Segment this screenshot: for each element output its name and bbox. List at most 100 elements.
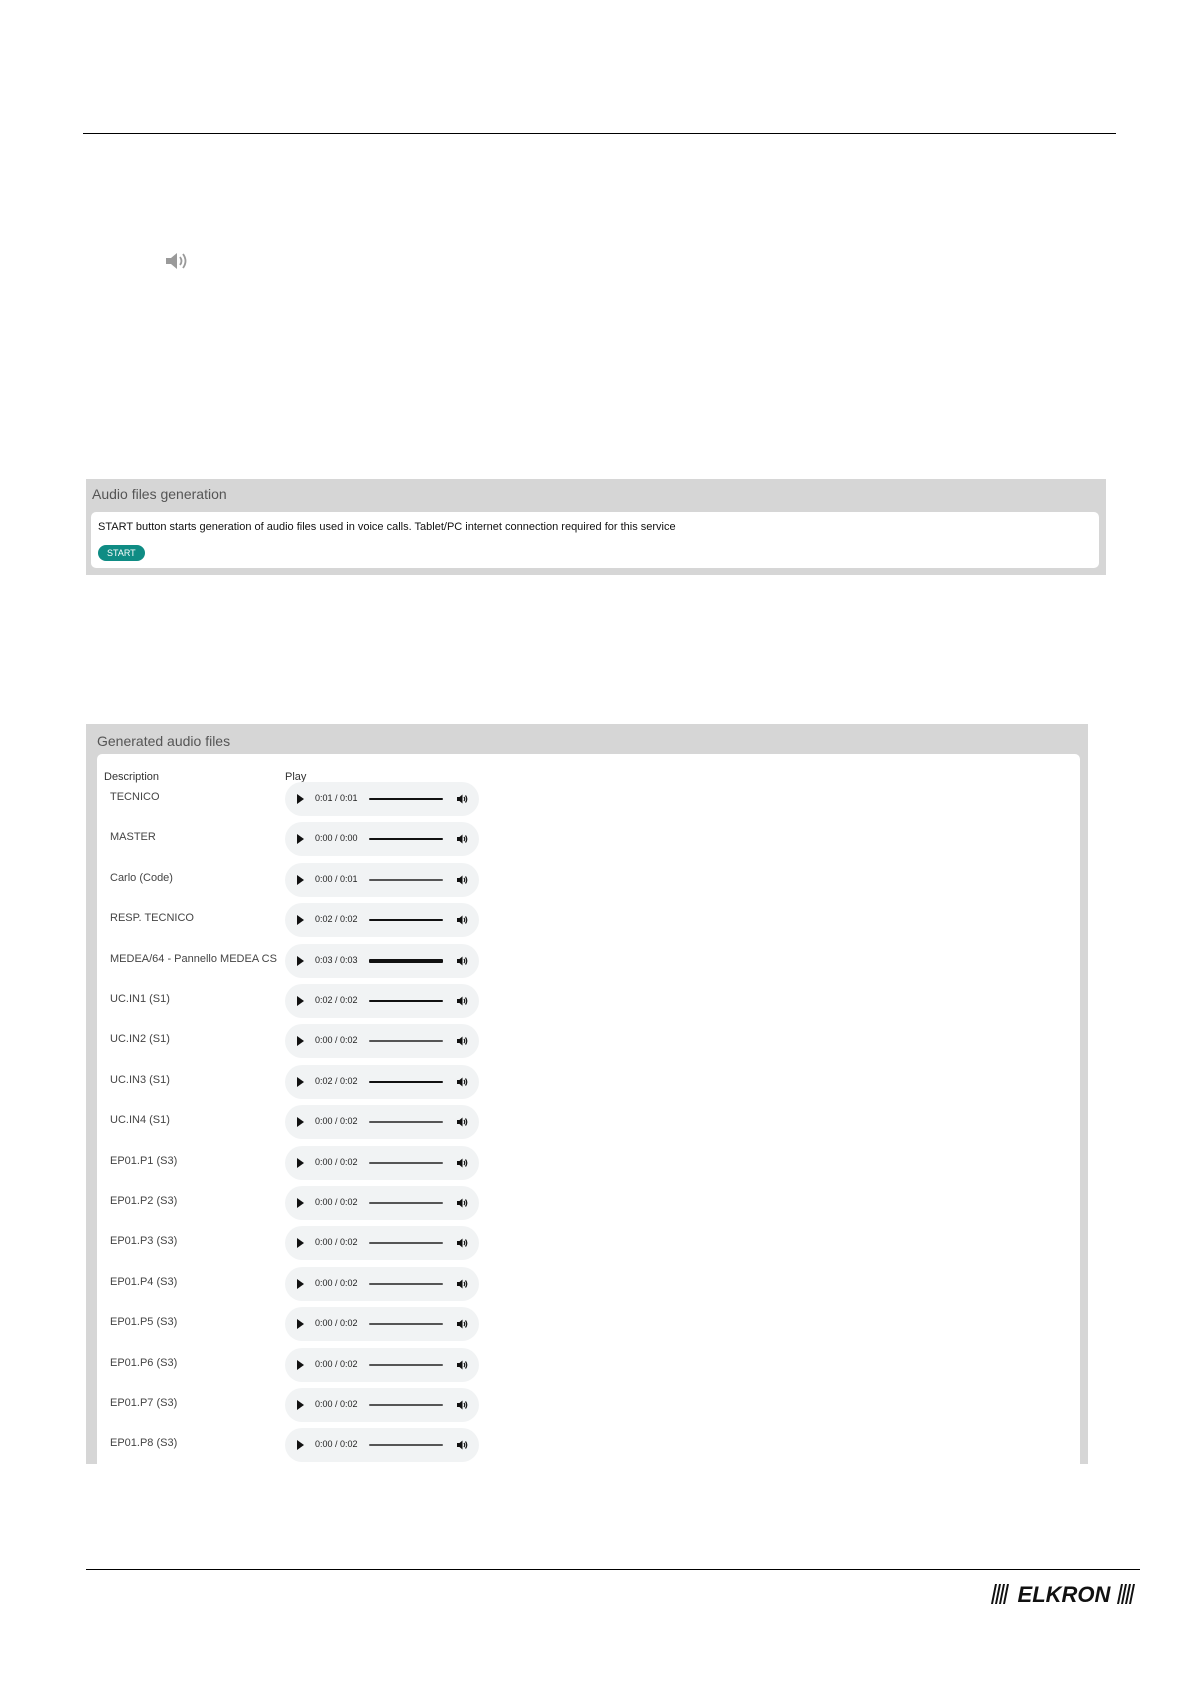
audio-generation-panel: Audio files generation START button star… bbox=[86, 479, 1106, 575]
audio-description: RESP. TECNICO bbox=[110, 912, 194, 925]
play-icon[interactable] bbox=[297, 915, 304, 926]
volume-icon[interactable] bbox=[456, 1359, 468, 1371]
footer-rule bbox=[86, 1569, 1140, 1570]
audio-description: EP01.P5 (S3) bbox=[110, 1316, 178, 1329]
volume-icon[interactable] bbox=[456, 1197, 468, 1209]
audio-description: MEDEA/64 - Pannello MEDEA CS bbox=[110, 952, 277, 965]
table-row: RESP. TECNICO 0:02 / 0:02 bbox=[97, 903, 497, 938]
volume-icon[interactable] bbox=[456, 1278, 468, 1290]
audio-description: EP01.P7 (S3) bbox=[110, 1397, 178, 1409]
audio-time: 0:00 / 0:02 bbox=[315, 1277, 358, 1288]
play-icon[interactable] bbox=[297, 1198, 304, 1208]
play-icon[interactable] bbox=[297, 1278, 304, 1289]
volume-icon[interactable] bbox=[456, 1035, 468, 1047]
play-icon[interactable] bbox=[297, 1319, 304, 1330]
progress-slider[interactable] bbox=[369, 1404, 443, 1406]
table-row: EP01.P4 (S3) 0:00 / 0:02 bbox=[97, 1266, 497, 1301]
volume-icon[interactable] bbox=[456, 1399, 468, 1411]
table-row: EP01.P3 (S3) 0:00 / 0:02 bbox=[97, 1226, 497, 1261]
generation-description: START button starts generation of audio … bbox=[98, 521, 676, 533]
table-row: UC.IN4 (S1) 0:00 / 0:02 bbox=[97, 1105, 497, 1140]
progress-slider[interactable] bbox=[369, 1242, 443, 1245]
audio-player: 0:00 / 0:02 bbox=[285, 1347, 479, 1382]
progress-slider[interactable] bbox=[369, 1121, 443, 1124]
audio-description: UC.IN2 (S1) bbox=[110, 1033, 170, 1046]
play-icon[interactable] bbox=[297, 955, 304, 966]
audio-description: UC.IN3 (S1) bbox=[110, 1073, 170, 1086]
play-icon[interactable] bbox=[297, 1359, 304, 1370]
audio-time: 0:02 / 0:02 bbox=[315, 1075, 358, 1086]
play-icon[interactable] bbox=[297, 1117, 304, 1128]
volume-icon[interactable] bbox=[456, 1076, 468, 1088]
play-icon[interactable] bbox=[297, 1076, 304, 1087]
play-icon[interactable] bbox=[297, 874, 304, 885]
play-icon[interactable] bbox=[297, 1400, 304, 1410]
audio-player: 0:00 / 0:02 bbox=[285, 1105, 479, 1140]
volume-icon[interactable] bbox=[456, 1237, 468, 1249]
progress-slider[interactable] bbox=[369, 878, 443, 881]
audio-time: 0:00 / 0:02 bbox=[315, 1358, 358, 1369]
table-row: MEDEA/64 - Pannello MEDEA CS 0:03 / 0:03 bbox=[97, 943, 497, 978]
play-icon[interactable] bbox=[297, 794, 304, 804]
play-icon[interactable] bbox=[297, 1036, 304, 1047]
panel-body: START button starts generation of audio … bbox=[91, 512, 1099, 568]
audio-player: 0:00 / 0:02 bbox=[285, 1266, 479, 1301]
speaker-icon bbox=[166, 253, 187, 269]
table-row: MASTER 0:00 / 0:00 bbox=[97, 822, 497, 857]
volume-icon[interactable] bbox=[456, 1439, 468, 1451]
audio-time: 0:00 / 0:02 bbox=[315, 1318, 358, 1329]
volume-icon[interactable] bbox=[456, 793, 468, 805]
volume-icon[interactable] bbox=[456, 1318, 468, 1330]
audio-player: 0:02 / 0:02 bbox=[285, 1064, 479, 1099]
audio-time: 0:00 / 0:02 bbox=[315, 1156, 358, 1167]
progress-slider[interactable] bbox=[369, 1444, 443, 1447]
generated-files-panel: Generated audio files Description Play T… bbox=[86, 724, 1088, 1474]
play-icon[interactable] bbox=[297, 1238, 304, 1249]
volume-icon[interactable] bbox=[456, 1116, 468, 1128]
progress-slider[interactable] bbox=[369, 1040, 443, 1043]
progress-slider[interactable] bbox=[369, 1161, 443, 1164]
audio-player: 0:00 / 0:02 bbox=[285, 1145, 479, 1180]
audio-time: 0:00 / 0:02 bbox=[315, 1035, 358, 1046]
audio-description: MASTER bbox=[110, 831, 156, 844]
volume-icon[interactable] bbox=[456, 995, 468, 1007]
table-row: EP01.P5 (S3) 0:00 / 0:02 bbox=[97, 1307, 497, 1342]
progress-slider[interactable] bbox=[369, 838, 443, 841]
panel-title: Generated audio files bbox=[97, 733, 231, 749]
audio-description: EP01.P2 (S3) bbox=[110, 1195, 178, 1207]
play-icon[interactable] bbox=[297, 996, 304, 1006]
volume-icon[interactable] bbox=[456, 874, 468, 886]
audio-time: 0:03 / 0:03 bbox=[315, 954, 358, 965]
table-row: UC.IN1 (S1) 0:02 / 0:02 bbox=[97, 984, 497, 1018]
play-icon[interactable] bbox=[297, 1157, 304, 1168]
audio-player: 0:03 / 0:03 bbox=[285, 943, 479, 978]
progress-slider[interactable] bbox=[369, 1080, 443, 1083]
audio-player: 0:00 / 0:02 bbox=[285, 1388, 479, 1422]
volume-icon[interactable] bbox=[456, 955, 468, 967]
table-row: UC.IN2 (S1) 0:00 / 0:02 bbox=[97, 1024, 497, 1059]
audio-time: 0:01 / 0:01 bbox=[315, 793, 358, 803]
volume-icon[interactable] bbox=[456, 833, 468, 845]
start-button[interactable]: START bbox=[98, 545, 145, 561]
volume-icon[interactable] bbox=[456, 1157, 468, 1169]
audio-player: 0:00 / 0:02 bbox=[285, 1024, 479, 1059]
audio-description: EP01.P3 (S3) bbox=[110, 1235, 178, 1248]
progress-slider[interactable] bbox=[369, 958, 443, 963]
volume-icon[interactable] bbox=[456, 914, 468, 926]
play-icon[interactable] bbox=[297, 834, 304, 845]
progress-slider[interactable] bbox=[369, 1282, 443, 1285]
table-row: EP01.P2 (S3) 0:00 / 0:02 bbox=[97, 1186, 497, 1220]
progress-slider[interactable] bbox=[369, 919, 443, 922]
audio-time: 0:00 / 0:02 bbox=[315, 1197, 358, 1207]
audio-description: UC.IN1 (S1) bbox=[110, 993, 170, 1005]
progress-slider[interactable] bbox=[369, 798, 443, 800]
play-icon[interactable] bbox=[297, 1440, 304, 1451]
progress-slider[interactable] bbox=[369, 1202, 443, 1204]
progress-slider[interactable] bbox=[369, 1363, 443, 1366]
progress-slider[interactable] bbox=[369, 1323, 443, 1326]
audio-time: 0:00 / 0:02 bbox=[315, 1237, 358, 1248]
audio-time: 0:00 / 0:00 bbox=[315, 833, 358, 844]
progress-slider[interactable] bbox=[369, 1000, 443, 1002]
table-row: TECNICO 0:01 / 0:01 bbox=[97, 782, 497, 816]
audio-player: 0:00 / 0:02 bbox=[285, 1186, 479, 1220]
